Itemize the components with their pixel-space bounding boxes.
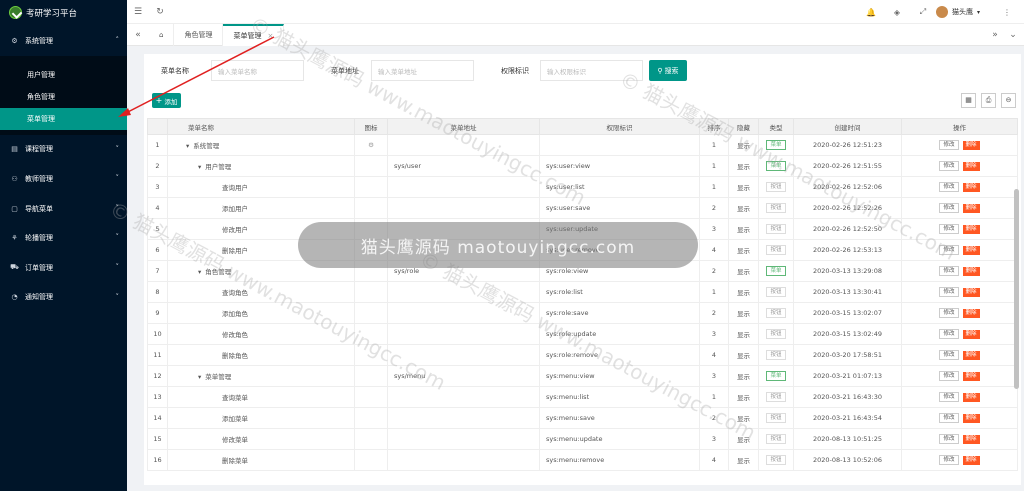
annotation-arrow bbox=[118, 36, 275, 117]
